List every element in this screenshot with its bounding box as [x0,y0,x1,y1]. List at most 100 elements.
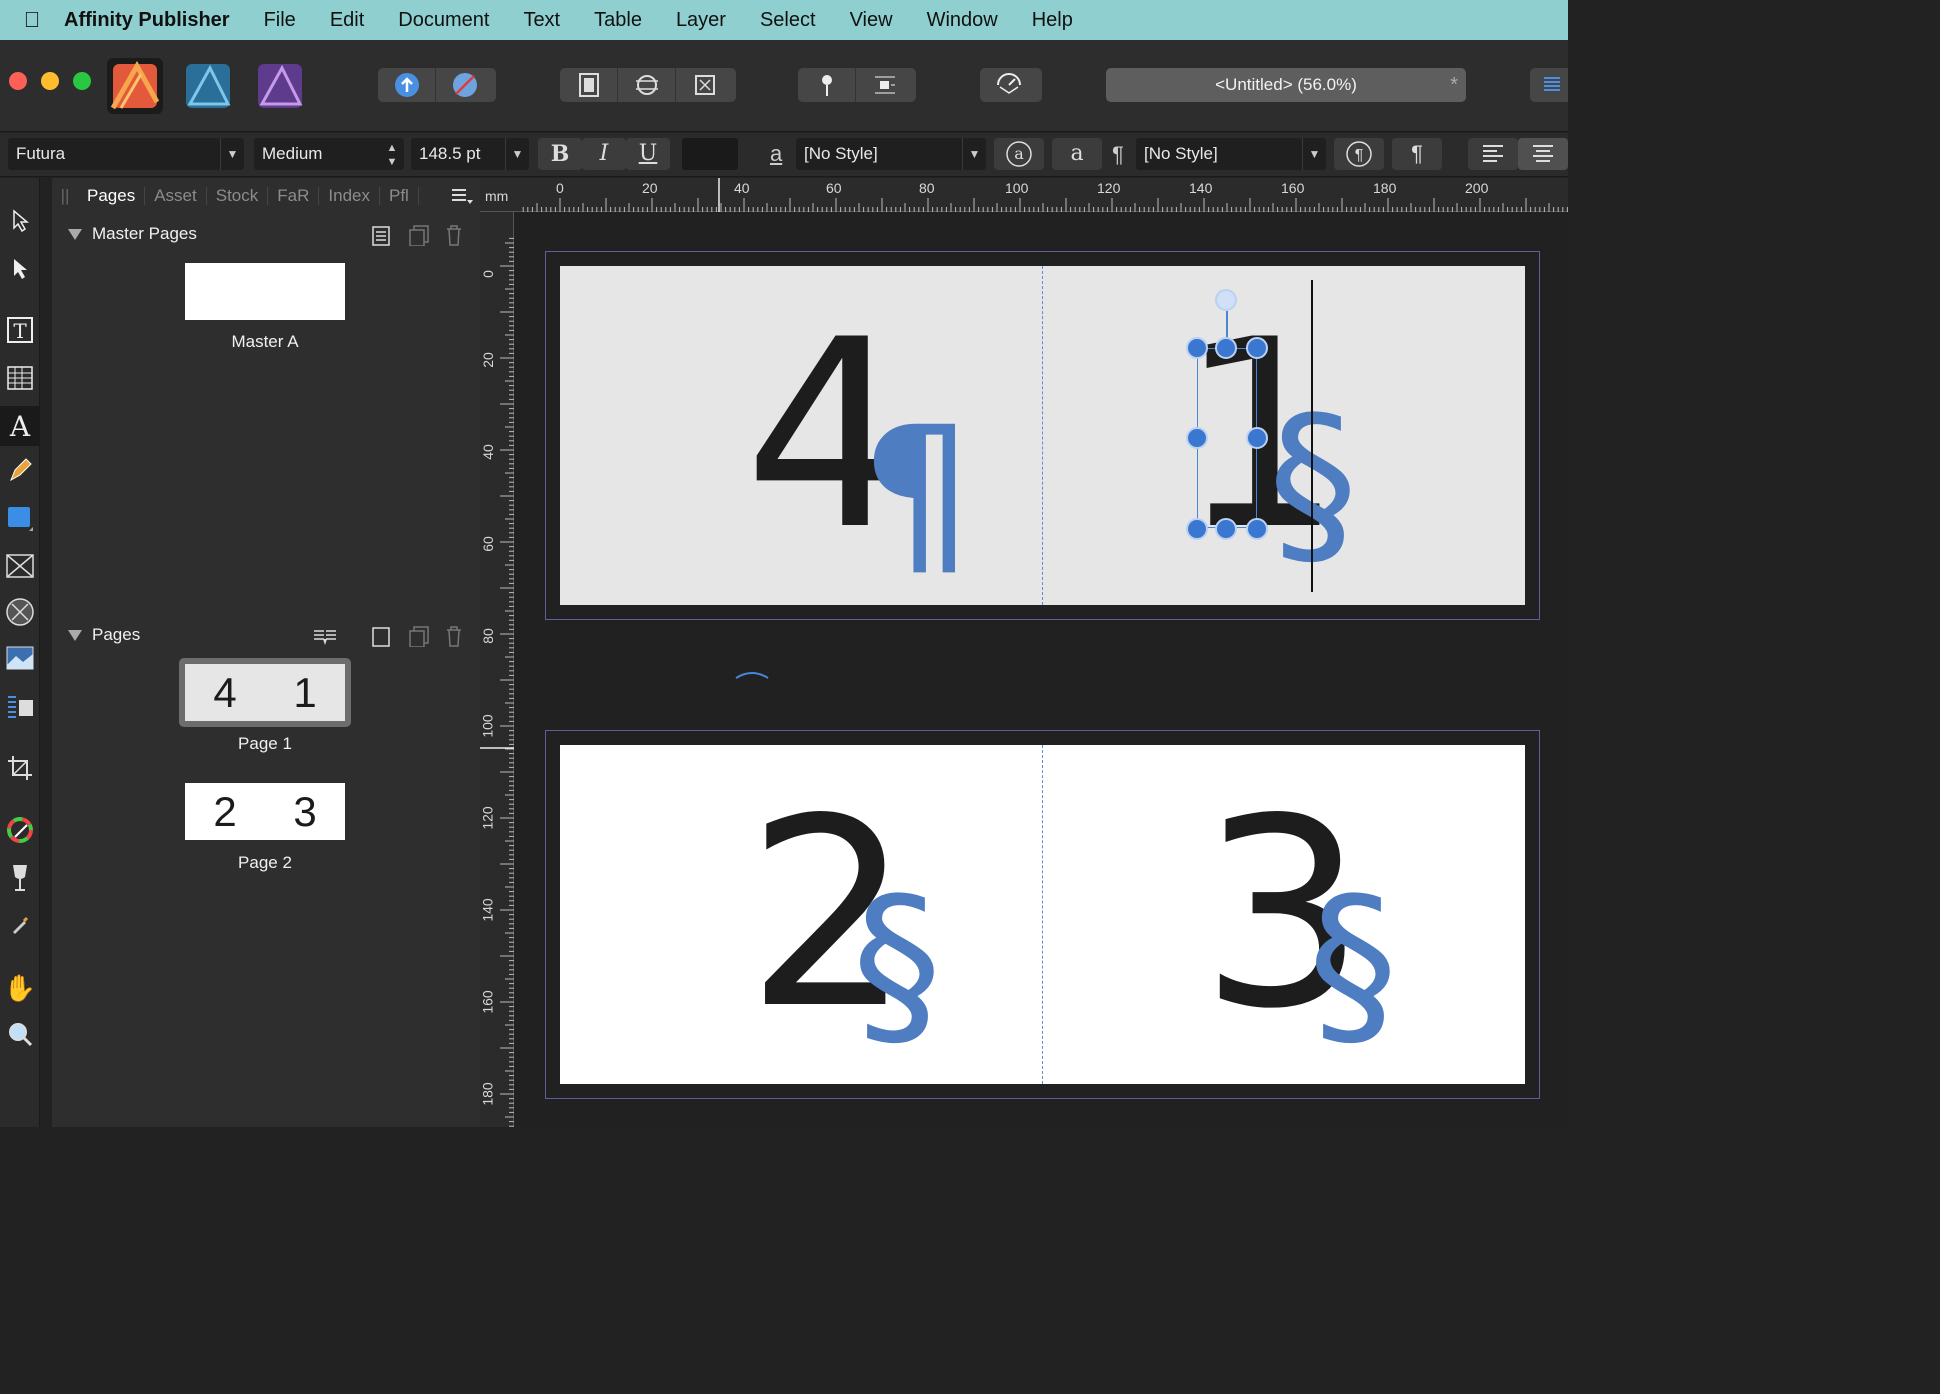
apple-icon[interactable]:  [0,7,64,33]
tab-stock[interactable]: Stock [207,187,269,205]
close-window-button[interactable] [9,72,27,90]
menu-view[interactable]: View [850,9,893,32]
tools-panel: T A ✋ [0,178,40,1127]
zoom-window-button[interactable] [73,72,91,90]
menu-table[interactable]: Table [594,9,642,32]
crop-tool-icon[interactable] [0,748,40,788]
spread-1[interactable]: 4 ¶ 1 § [560,266,1525,605]
panel-menu-icon[interactable] [450,186,474,211]
page-2-thumbnail[interactable]: 2 3 [185,783,345,840]
studio-toggle-button[interactable] [1530,68,1568,102]
transparency-tool-icon[interactable] [0,858,40,898]
clear-character-style-button[interactable]: a [1052,138,1102,170]
add-page-icon[interactable] [370,625,392,652]
master-a-thumbnail[interactable] [185,263,345,320]
node-tool-icon[interactable] [0,248,40,288]
resize-handle[interactable] [1215,337,1237,359]
rectangle-tool-icon[interactable] [0,498,40,538]
tab-asset[interactable]: Asset [145,187,207,205]
page-1-thumbnail[interactable]: 4 1 [185,664,345,721]
picture-frame-rect-icon[interactable] [0,546,40,586]
wrap-icon[interactable] [618,68,676,102]
frame-icon[interactable] [676,68,734,102]
clear-paragraph-style-button[interactable]: ¶ [1392,138,1442,170]
horizontal-ruler[interactable]: mm 0 20 40 60 80 100 120 140 160 180 200 [480,178,1568,212]
tab-pfl[interactable]: Pfl [380,187,419,205]
hand-tool-icon[interactable]: ✋ [0,968,40,1008]
rotate-handle[interactable] [1215,289,1237,311]
document-title-tab[interactable]: <Untitled> (56.0%) * [1106,68,1466,102]
duplicate-page-icon[interactable] [408,625,430,652]
tab-pages[interactable]: Pages [78,187,146,205]
master-pages-header[interactable]: Master Pages [52,216,480,252]
canvas-artifact [735,672,769,679]
delete-master-icon[interactable] [444,224,464,251]
bold-button[interactable]: B [538,138,582,170]
place-image-icon[interactable] [0,638,40,678]
delete-page-icon[interactable] [444,625,464,652]
vertical-ruler[interactable]: 0 20 40 60 80 100 120 140 160 180 [480,212,514,1127]
pages-header[interactable]: Pages [52,617,480,653]
panel-tabs: || Pages Asset Stock FaR Index Pfl [52,178,480,214]
zoom-tool-icon[interactable] [0,1014,40,1054]
underline-button[interactable]: U [626,138,670,170]
character-style-dropdown[interactable]: [No Style] ▼ [796,138,986,170]
text-color-swatch[interactable] [682,138,738,170]
paragraph-style-options-icon[interactable]: ¶ [1334,138,1384,170]
document-canvas[interactable]: 4 ¶ 1 § 2 § 3 § [514,212,1568,1127]
tab-far[interactable]: FaR [268,187,320,205]
move-tool-icon[interactable] [0,200,40,240]
text-wrap-icon[interactable] [856,68,914,102]
eyedropper-icon[interactable] [0,904,40,944]
artistic-text-tool-icon[interactable]: A [0,406,40,446]
character-style-options-icon[interactable]: a [994,138,1044,170]
table-tool-icon[interactable] [0,358,40,398]
resize-handle[interactable] [1215,518,1237,540]
duplicate-master-icon[interactable] [408,224,430,251]
chevron-down-icon: ▼ [505,138,529,170]
picture-frame-ellipse-icon[interactable] [0,592,40,632]
menu-help[interactable]: Help [1032,9,1073,32]
resize-handle[interactable] [1186,427,1208,449]
resize-handle[interactable] [1246,427,1268,449]
tab-index[interactable]: Index [319,187,380,205]
menu-edit[interactable]: Edit [330,9,364,32]
font-weight-dropdown[interactable]: Medium ▲ ▼ [254,138,404,170]
designer-persona-icon[interactable] [180,58,236,114]
paragraph-style-dropdown[interactable]: [No Style] ▼ [1136,138,1326,170]
app-menu[interactable]: Affinity Publisher [64,9,230,32]
resize-handle[interactable] [1246,337,1268,359]
menu-window[interactable]: Window [927,9,998,32]
publisher-persona-icon[interactable] [107,58,163,114]
preflight-icon[interactable] [980,68,1038,102]
italic-button[interactable]: I [582,138,626,170]
spread-2[interactable]: 2 § 3 § [560,745,1525,1084]
resize-handle[interactable] [1246,518,1268,540]
menu-select[interactable]: Select [760,9,816,32]
menu-file[interactable]: File [264,9,296,32]
pin-icon[interactable] [798,68,856,102]
menu-text[interactable]: Text [523,9,560,32]
minimize-window-button[interactable] [41,72,59,90]
photo-persona-icon[interactable] [252,58,308,114]
insert-pages-icon[interactable] [312,625,338,652]
align-left-icon[interactable] [1468,138,1518,170]
resize-handle[interactable] [1186,518,1208,540]
resize-handle[interactable] [1186,337,1208,359]
menu-layer[interactable]: Layer [676,9,726,32]
font-family-dropdown[interactable]: Futura ▼ [8,138,244,170]
menu-document[interactable]: Document [398,9,489,32]
upload-icon[interactable] [378,68,436,102]
disclosure-triangle-icon[interactable] [68,228,82,240]
pen-tool-icon[interactable] [0,450,40,490]
panel-grip-icon[interactable]: || [52,186,78,206]
align-center-icon[interactable] [1518,138,1568,170]
view-mode-icon[interactable] [560,68,618,102]
color-picker-icon[interactable] [0,810,40,850]
text-flow-icon[interactable] [0,686,40,726]
font-size-field[interactable]: 148.5 pt ▼ [411,138,529,170]
add-master-icon[interactable] [370,224,392,251]
no-sync-icon[interactable] [436,68,494,102]
disclosure-triangle-icon[interactable] [68,629,82,641]
frame-text-tool-icon[interactable]: T [0,310,40,350]
